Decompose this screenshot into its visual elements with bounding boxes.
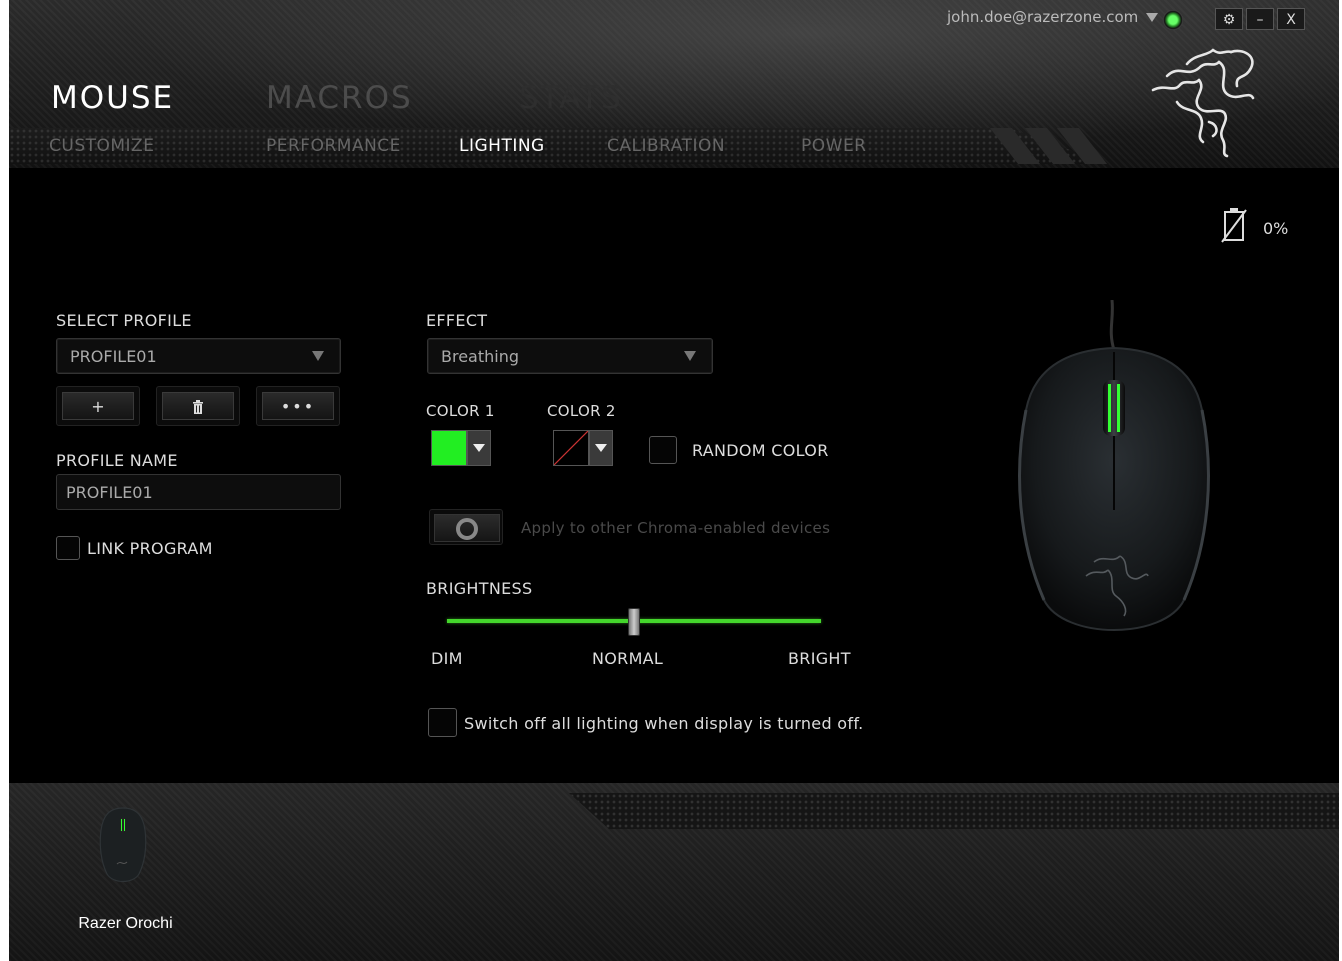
profile-name-label: PROFILE NAME — [56, 451, 178, 470]
close-icon: X — [1286, 12, 1296, 28]
select-profile-label: SELECT PROFILE — [56, 311, 192, 330]
more-icon: ••• — [262, 392, 334, 420]
mouse-image — [1018, 300, 1210, 631]
status-icon[interactable] — [1163, 10, 1183, 30]
delete-profile-button[interactable] — [156, 386, 240, 426]
link-program-checkbox[interactable] — [56, 536, 80, 560]
link-program-label: LINK PROGRAM — [87, 539, 213, 558]
sub-nav-bar — [9, 128, 1109, 164]
effect-dropdown[interactable]: Breathing — [427, 338, 713, 374]
device-bar-strip — [569, 793, 1339, 829]
random-color-checkbox[interactable] — [649, 436, 677, 464]
synapse-window: john.doe@razerzone.com ⚙ – X MOUSE MACRO… — [9, 0, 1339, 961]
minimize-icon: – — [1256, 12, 1264, 28]
tab-stats[interactable]: STATS — [519, 80, 623, 116]
brightness-label: BRIGHTNESS — [426, 579, 533, 598]
dim-label: DIM — [431, 649, 463, 668]
account-email: john.doe@razerzone.com — [947, 8, 1139, 26]
battery-percent: 0% — [1263, 219, 1289, 238]
account-menu[interactable]: john.doe@razerzone.com — [947, 8, 1159, 26]
razer-logo-icon — [1151, 48, 1255, 158]
tab-performance[interactable]: PERFORMANCE — [266, 136, 401, 156]
gear-icon: ⚙ — [1222, 12, 1236, 28]
profile-name-field[interactable] — [56, 474, 341, 510]
close-button[interactable]: X — [1277, 8, 1305, 30]
color1-swatch — [431, 430, 467, 466]
color1-picker[interactable] — [431, 430, 493, 468]
effect-label: EFFECT — [426, 311, 488, 330]
brightness-slider[interactable] — [447, 606, 821, 636]
toggle-ring-icon — [456, 518, 478, 540]
plus-icon: + — [62, 392, 134, 420]
battery-icon — [1221, 208, 1247, 243]
tab-customize[interactable]: CUSTOMIZE — [49, 136, 154, 156]
color2-picker[interactable] — [553, 430, 615, 468]
more-options-button[interactable]: ••• — [256, 386, 340, 426]
normal-label: NORMAL — [592, 649, 664, 668]
trash-icon — [162, 392, 234, 420]
add-profile-button[interactable]: + — [56, 386, 140, 426]
random-color-label: RANDOM COLOR — [692, 441, 829, 460]
chevron-down-icon — [467, 430, 491, 466]
profile-name-input[interactable] — [57, 475, 340, 509]
tab-calibration[interactable]: CALIBRATION — [607, 136, 725, 156]
switch-off-lighting-label: Switch off all lighting when display is … — [464, 714, 864, 733]
apply-chroma-toggle[interactable] — [429, 509, 503, 545]
chevron-down-icon — [684, 351, 696, 361]
device-thumbnail — [99, 807, 147, 883]
minimize-button[interactable]: – — [1246, 8, 1274, 30]
chevron-down-icon — [1146, 13, 1159, 22]
tab-power[interactable]: POWER — [801, 136, 867, 156]
tab-lighting[interactable]: LIGHTING — [459, 136, 545, 156]
tab-macros[interactable]: MACROS — [266, 80, 413, 116]
device-name: Razer Orochi — [78, 915, 173, 932]
effect-dropdown-value: Breathing — [441, 347, 520, 366]
tab-mouse[interactable]: MOUSE — [51, 80, 174, 116]
settings-button[interactable]: ⚙ — [1215, 8, 1243, 30]
switch-off-lighting-checkbox[interactable] — [428, 708, 457, 737]
slider-thumb[interactable] — [628, 608, 640, 636]
device-item-razer-orochi[interactable]: Razer Orochi — [69, 800, 189, 940]
color1-label: COLOR 1 — [426, 402, 495, 420]
chevron-down-icon — [312, 351, 324, 361]
color2-label: COLOR 2 — [547, 402, 616, 420]
profile-dropdown-value: PROFILE01 — [70, 347, 157, 366]
apply-chroma-label: Apply to other Chroma-enabled devices — [521, 519, 831, 537]
bright-label: BRIGHT — [788, 649, 851, 668]
chevron-down-icon — [589, 430, 613, 466]
color2-swatch-none — [553, 430, 589, 466]
profile-dropdown[interactable]: PROFILE01 — [56, 338, 341, 374]
